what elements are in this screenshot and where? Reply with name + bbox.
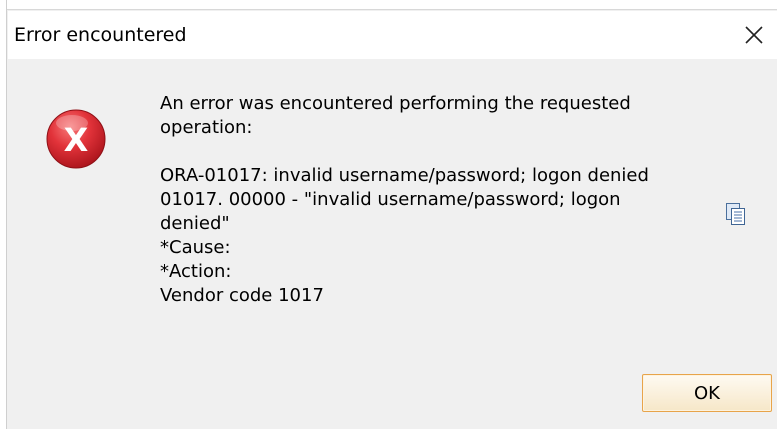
error-icon: X <box>46 109 106 169</box>
close-button[interactable] <box>731 11 777 59</box>
dialog-content: X An error was encountered performing th… <box>8 59 777 429</box>
dialog-title: Error encountered <box>14 24 187 46</box>
error-dialog: Error encountered X An error was encount… <box>0 0 780 429</box>
background-strip <box>0 0 780 10</box>
svg-text:X: X <box>64 121 89 159</box>
message-line: Vendor code 1017 <box>160 285 324 306</box>
message-line: *Action: <box>160 261 232 282</box>
window-left-edge <box>0 0 7 429</box>
error-message: An error was encountered performing the … <box>160 92 700 308</box>
message-line: An error was encountered performing the … <box>160 93 631 114</box>
close-icon <box>745 26 763 44</box>
message-line: *Cause: <box>160 237 231 258</box>
message-line: 01017. 00000 - "invalid username/passwor… <box>160 189 621 210</box>
message-line: ORA-01017: invalid username/password; lo… <box>160 165 649 186</box>
copy-icon[interactable] <box>725 202 747 226</box>
ok-button[interactable]: OK <box>642 374 772 412</box>
message-line: denied" <box>160 213 230 234</box>
message-line: operation: <box>160 117 253 138</box>
title-bar[interactable]: Error encountered <box>8 11 777 59</box>
